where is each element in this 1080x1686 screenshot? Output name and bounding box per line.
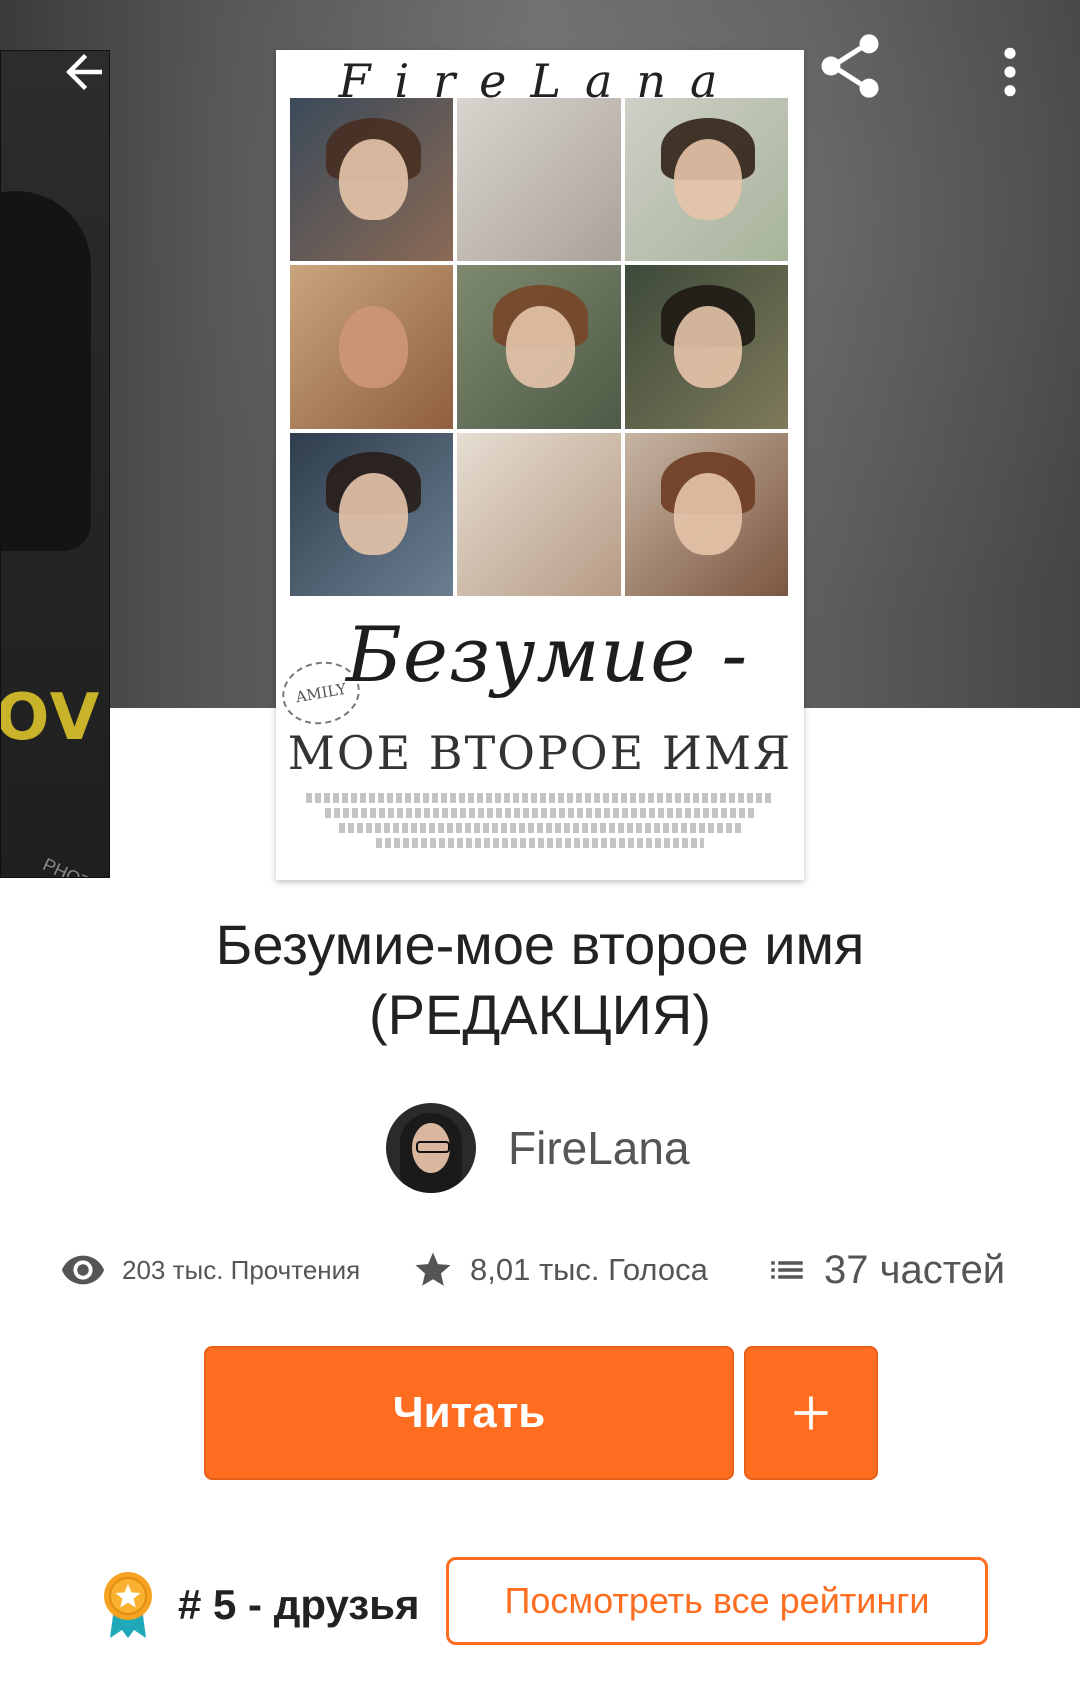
back-button[interactable] [48,36,120,108]
arrow-left-icon [66,54,102,90]
votes-count: 8,01 тыс. Голоса [470,1252,708,1287]
cover-photo [624,265,788,429]
cover-photo [624,98,788,262]
rank-text: # 5 - друзья [178,1581,420,1628]
cover-subtitle: МОЕ ВТОРОЕ ИМЯ [287,726,793,780]
parts-count: 37 частей [824,1247,1006,1292]
rank-badge-icon [104,1572,152,1638]
cover-photo [457,98,621,262]
avatar [386,1103,476,1193]
story-cover: FireLana AMILY Безумие - МОЕ ВТОРОЕ ИМЯ [276,50,804,880]
story-title-line1: Безумие-мое второе имя [215,913,865,976]
previous-story-cover[interactable]: OV PHOTA [0,50,110,878]
cover-photo [290,265,454,429]
cover-photo [457,265,621,429]
cover-photo [290,432,454,596]
cover-credits [306,788,774,853]
story-title-line2: (РЕДАКЦИЯ) [368,983,711,1046]
more-options-button[interactable] [980,36,1040,108]
star-icon [412,1249,454,1291]
reads-stat: 203 тыс. Прочтения [60,1240,360,1300]
list-icon [766,1249,808,1291]
eye-icon [60,1247,106,1293]
cover-figure [1,191,91,551]
cover-photo-grid [290,98,788,596]
reads-count: 203 тыс. Прочтения [122,1254,361,1285]
cover-photo [624,432,788,596]
cover-photo [290,98,454,262]
author-link[interactable]: FireLana [386,1100,690,1196]
previous-cover-watermark: PHOTA [39,854,104,878]
more-vert-icon [1004,47,1016,97]
parts-stat[interactable]: 37 частей [766,1240,1005,1300]
share-button[interactable] [810,26,890,106]
story-title: Безумие-мое второе имя (РЕДАКЦИЯ) [60,910,1020,1050]
ranking: # 5 - друзья [100,1560,419,1650]
previous-cover-text: OV [0,681,102,755]
cover-photo [457,432,621,596]
votes-stat: 8,01 тыс. Голоса [412,1240,708,1300]
view-all-rankings-button[interactable]: Посмотреть все рейтинги [446,1557,988,1645]
add-to-library-button[interactable] [744,1346,878,1480]
read-button[interactable]: Читать [204,1346,734,1480]
share-icon [821,34,879,98]
story-stats: 203 тыс. Прочтения 8,01 тыс. Голоса 37 ч… [60,1240,1020,1300]
plus-icon [794,1396,828,1430]
author-name: FireLana [508,1122,690,1174]
cover-script-title: Безумие - [346,610,749,699]
